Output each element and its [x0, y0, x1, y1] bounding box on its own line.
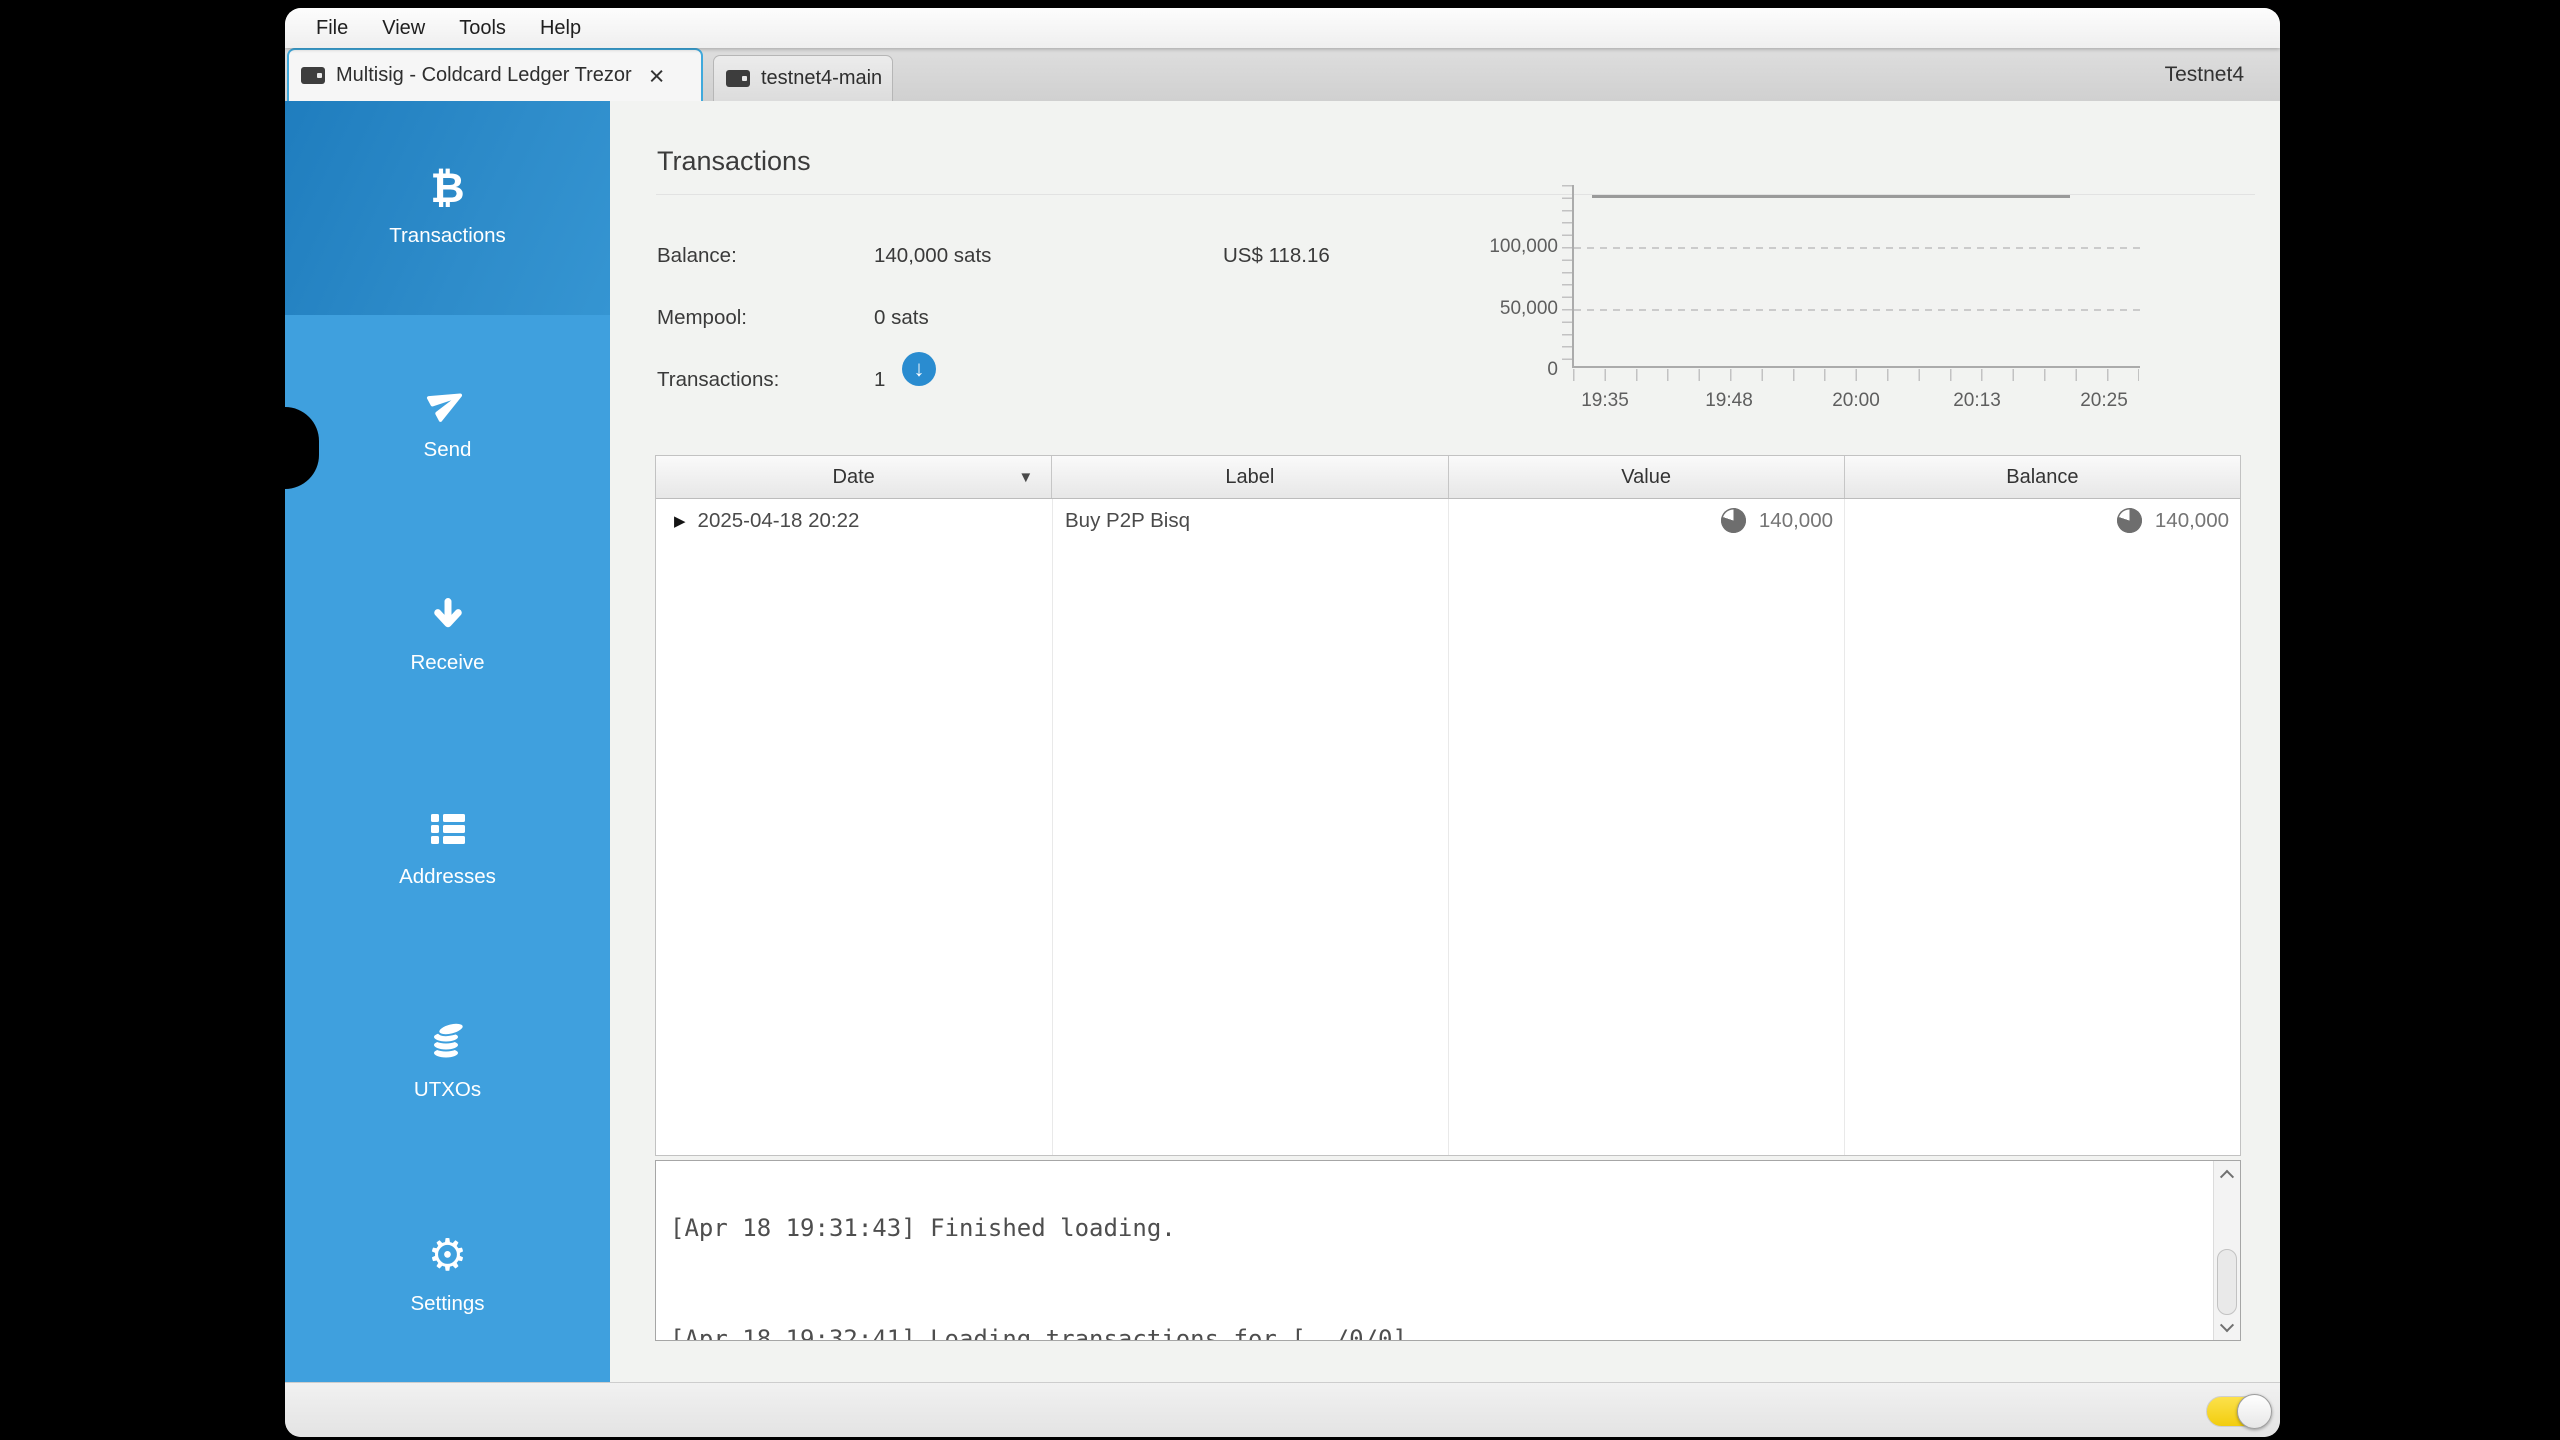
paper-plane-icon	[426, 381, 468, 423]
menu-file[interactable]: File	[299, 8, 365, 48]
gridline-50000	[1574, 309, 2140, 311]
x-tick-2013: 20:13	[1953, 390, 2001, 411]
list-icon	[428, 808, 468, 850]
balance-series-line	[1592, 195, 2070, 198]
log-line: [Apr 18 19:31:43] Finished loading.	[670, 1214, 1176, 1242]
balance-value[interactable]: 140,000 sats	[874, 244, 991, 268]
close-icon[interactable]: ×	[649, 62, 665, 89]
sidebar-item-settings[interactable]: ⚙ Settings	[285, 1169, 610, 1383]
x-tick-2025: 20:25	[2080, 390, 2128, 411]
sidebar-item-send[interactable]: Send	[285, 315, 610, 529]
tab-label: testnet4-main	[761, 67, 883, 89]
sidebar-item-transactions[interactable]: ₿ Transactions	[285, 101, 610, 315]
x-axis-minor-ticks	[1573, 369, 2139, 381]
sparrow-wallet-window: File View Tools Help Multisig - Coldcard…	[285, 8, 2280, 1437]
page-title: Transactions	[657, 146, 811, 176]
scrollbar-thumb[interactable]	[2217, 1249, 2237, 1315]
arrow-down-icon	[429, 594, 467, 636]
tx-date: 2025-04-18 20:22	[697, 508, 860, 532]
expand-row-icon[interactable]: ▶	[674, 512, 686, 530]
column-header-balance[interactable]: Balance	[1845, 456, 2240, 498]
balance-fiat-value: US$ 118.16	[1223, 244, 1330, 267]
toggle-knob[interactable]	[2237, 1394, 2272, 1429]
column-header-value[interactable]: Value	[1449, 456, 1845, 498]
sidebar-item-receive[interactable]: Receive	[285, 528, 610, 742]
chevron-up-icon	[2219, 1169, 2235, 1184]
x-tick-2000: 20:00	[1832, 390, 1880, 411]
column-header-label[interactable]: Label	[1052, 456, 1449, 498]
incoming-tx-icon: ↓	[902, 352, 936, 386]
gear-icon: ⚙	[427, 1230, 468, 1280]
coins-icon	[426, 1021, 470, 1063]
log-line: [Apr 18 19:32:41] Loading transactions f…	[670, 1325, 1407, 1341]
menu-tools[interactable]: Tools	[442, 8, 523, 48]
sidebar-item-addresses[interactable]: Addresses	[285, 742, 610, 956]
log-panel[interactable]: [Apr 18 19:31:43] Finished loading. [Apr…	[655, 1160, 2241, 1341]
theme-toggle-switch[interactable]	[2206, 1394, 2272, 1429]
wallet-icon	[726, 70, 750, 87]
log-scrollbar[interactable]	[2213, 1161, 2240, 1340]
tab-label: Multisig - Coldcard Ledger Trezor	[336, 64, 632, 86]
x-tick-1948: 19:48	[1705, 390, 1753, 411]
column-header-date[interactable]: Date ▼	[656, 456, 1053, 498]
log-text: [Apr 18 19:31:43] Finished loading. [Apr…	[670, 1161, 2208, 1341]
status-bar	[285, 1382, 2280, 1437]
y-tick-100000: 100,000	[1489, 236, 1558, 257]
confirmations-pie-icon	[1720, 508, 1746, 533]
menu-view[interactable]: View	[365, 8, 442, 48]
y-tick-50000: 50,000	[1499, 298, 1558, 319]
tab-multisig-wallet[interactable]: Multisig - Coldcard Ledger Trezor ×	[287, 48, 703, 101]
chevron-down-icon	[2219, 1317, 2235, 1332]
column-divider	[1844, 499, 1845, 1155]
scroll-up-button[interactable]	[2214, 1161, 2240, 1186]
mempool-label: Mempool:	[657, 306, 748, 329]
transactions-count-label: Transactions:	[657, 368, 780, 391]
y-tick-0: 0	[1547, 359, 1558, 380]
sidebar-nav: ₿ Transactions Send Receive Addresses UT…	[285, 101, 610, 1382]
scroll-down-button[interactable]	[2214, 1315, 2240, 1340]
tx-value: 140,000	[1758, 508, 1833, 532]
gridline-100000	[1574, 247, 2140, 249]
y-axis-minor-ticks	[1562, 185, 1572, 368]
mempool-value: 0 sats	[874, 306, 929, 329]
tx-label[interactable]: Buy P2P Bisq	[1052, 509, 1448, 533]
tab-bar: Multisig - Coldcard Ledger Trezor × test…	[285, 48, 2280, 101]
table-body: ▶ 2025-04-18 20:22 Buy P2P Bisq 140,000 …	[656, 499, 2240, 1155]
transactions-table: Date ▼ Label Value Balance ▶ 2025-04-18 …	[655, 455, 2241, 1156]
tab-testnet4-main[interactable]: testnet4-main	[713, 55, 893, 101]
x-tick-1935: 19:35	[1581, 390, 1629, 411]
transactions-count-value: 1	[874, 368, 886, 391]
confirmations-pie-icon	[2116, 508, 2142, 533]
wallet-icon	[301, 67, 325, 84]
sort-desc-icon: ▼	[1018, 468, 1034, 486]
sidebar-item-utxos[interactable]: UTXOs	[285, 955, 610, 1169]
network-badge: Testnet4	[2164, 62, 2244, 86]
tx-balance: 140,000	[2154, 508, 2229, 532]
menu-bar: File View Tools Help	[285, 8, 2280, 48]
chart-plot-area	[1572, 185, 2140, 368]
balance-label: Balance:	[657, 244, 737, 267]
table-header-row: Date ▼ Label Value Balance	[656, 456, 2240, 499]
column-divider	[1448, 499, 1449, 1155]
column-divider	[1052, 499, 1053, 1155]
bitcoin-icon: ₿	[430, 164, 465, 212]
menu-help[interactable]: Help	[523, 8, 598, 48]
